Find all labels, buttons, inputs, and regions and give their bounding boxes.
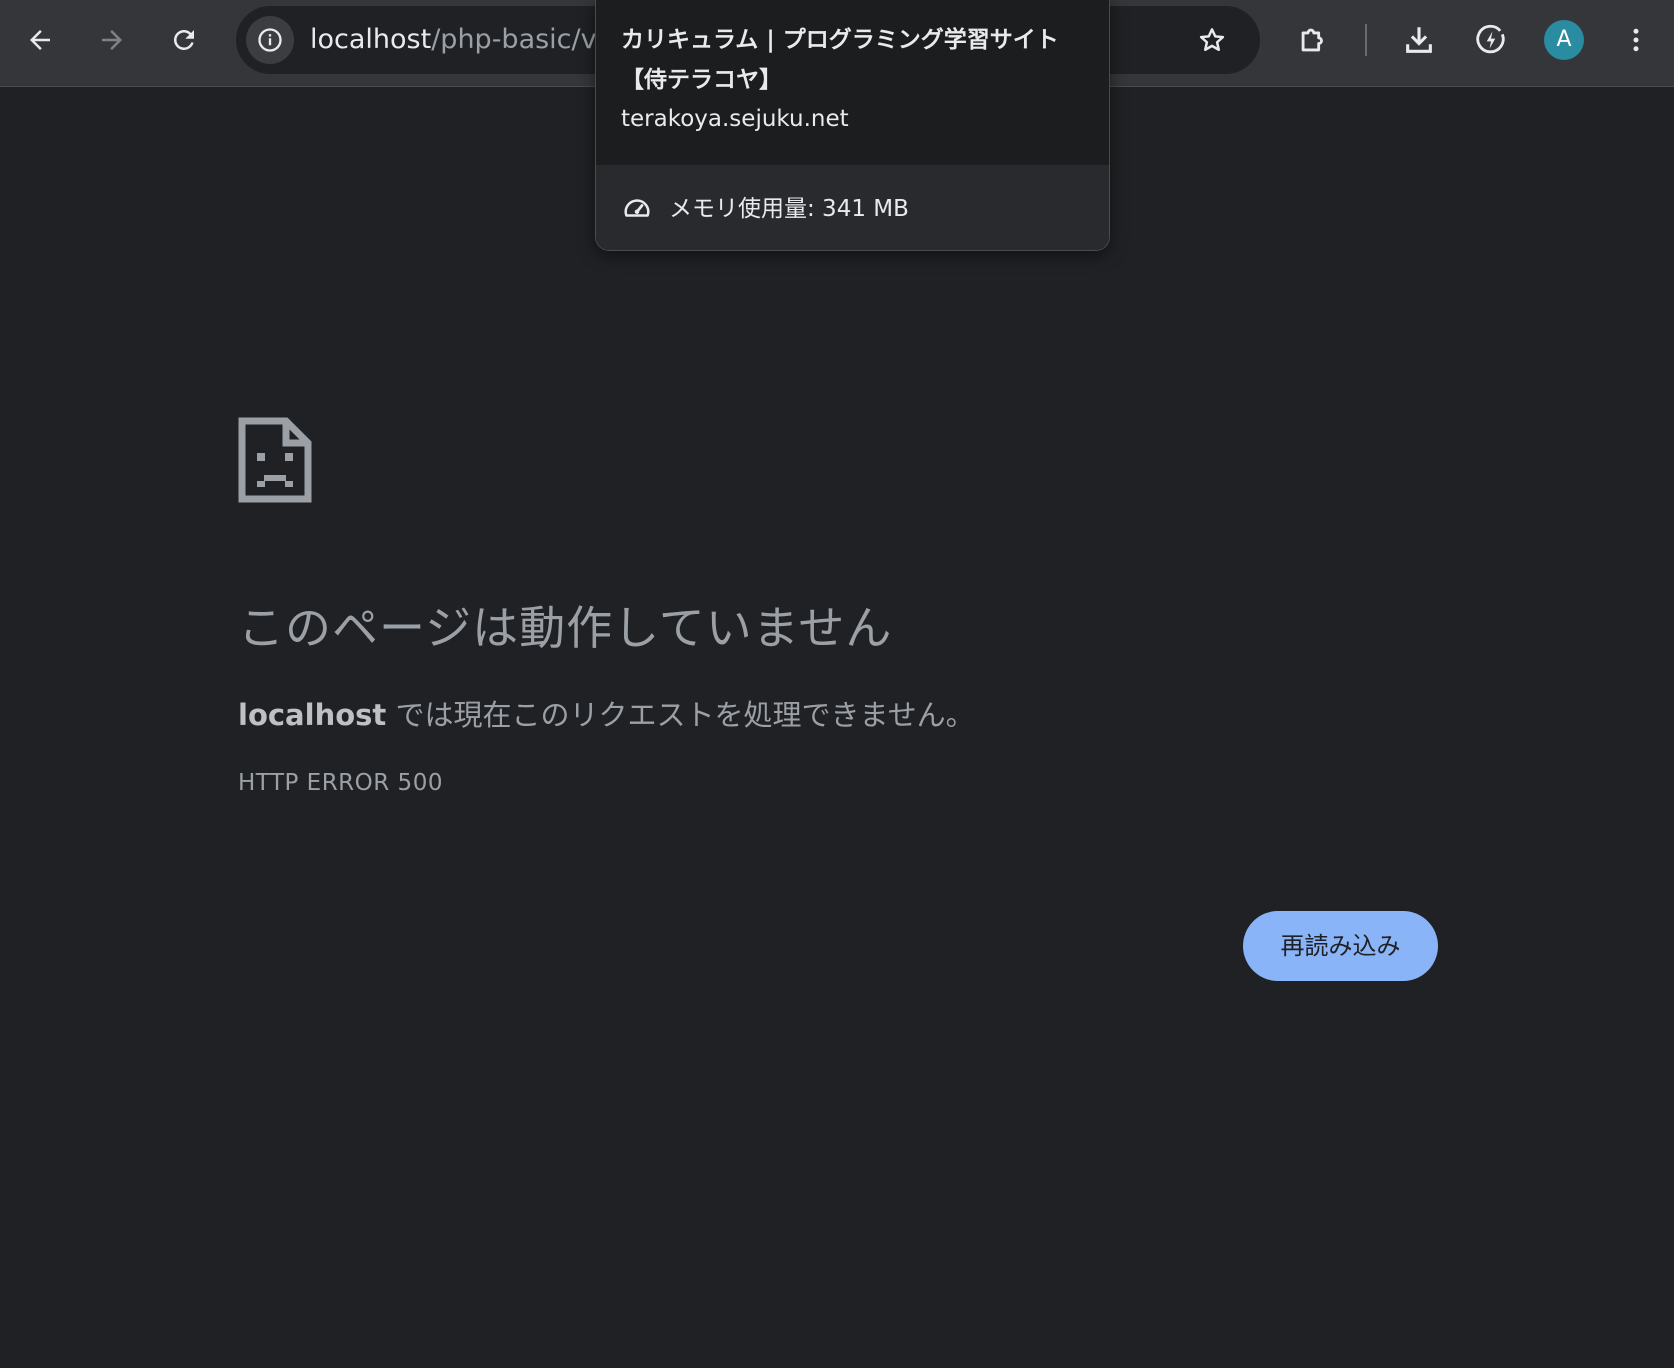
hover-card-memory: メモリ使用量: 341 MB [669,196,909,222]
url-text[interactable]: localhost/php-basic/v [310,6,610,74]
energy-saver-icon [1476,24,1505,54]
error-host: localhost [238,698,387,732]
download-icon [1406,27,1432,53]
speedometer-icon [624,199,650,217]
puzzle-icon [1301,28,1323,52]
profile-avatar[interactable]: A [1544,20,1584,60]
tab-hover-card: カリキュラム | プログラミング学習サイト【侍テラコヤ】 terakoya.se… [595,0,1110,251]
reload-button[interactable]: 再読み込み [1243,911,1438,981]
error-description: localhost では現在このリクエストを処理できません。 [238,692,975,734]
forward-button[interactable] [88,16,136,64]
kebab-menu-icon [1633,28,1639,52]
site-info-button[interactable] [246,16,294,64]
star-icon [1199,28,1225,51]
reload-icon [173,29,194,50]
back-button[interactable] [16,16,64,64]
info-icon [258,28,282,52]
performance-button[interactable] [1467,16,1515,64]
bookmark-button[interactable] [1188,16,1236,64]
error-code: HTTP ERROR 500 [238,770,443,796]
arrow-right-icon [102,30,122,50]
menu-button[interactable] [1612,16,1660,64]
url-path: /php-basic/v [431,24,597,55]
url-host: localhost [310,24,432,55]
toolbar-separator [1365,24,1367,56]
extensions-button[interactable] [1289,16,1337,64]
sad-file-icon [238,417,312,503]
arrow-left-icon [30,30,50,50]
error-description-text: では現在このリクエストを処理できません。 [386,698,975,732]
reload-toolbar-button[interactable] [160,16,208,64]
downloads-button[interactable] [1395,16,1443,64]
hover-card-footer: メモリ使用量: 341 MB [596,165,1109,250]
error-title: このページは動作していません [238,601,893,655]
hover-card-domain: terakoya.sejuku.net [621,106,849,132]
hover-card-title: カリキュラム | プログラミング学習サイト【侍テラコヤ】 [621,27,1059,93]
hover-card-header: カリキュラム | プログラミング学習サイト【侍テラコヤ】 terakoya.se… [596,0,1109,165]
